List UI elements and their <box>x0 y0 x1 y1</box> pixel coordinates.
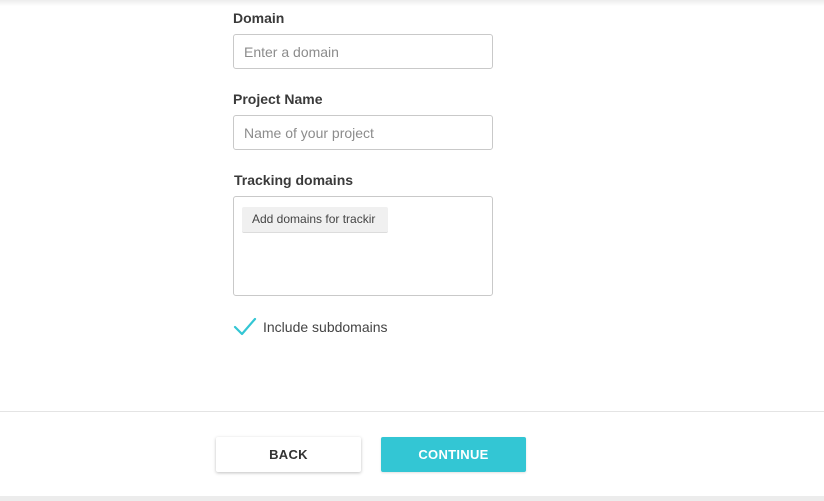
tracking-domains-label: Tracking domains <box>234 172 354 188</box>
domain-label: Domain <box>233 10 285 26</box>
include-subdomains-checkbox[interactable]: Include subdomains <box>233 316 388 338</box>
checkmark-icon[interactable] <box>233 316 257 338</box>
bottom-bar <box>0 496 824 501</box>
back-button[interactable]: BACK <box>216 437 361 472</box>
include-subdomains-label: Include subdomains <box>263 319 388 335</box>
project-name-input[interactable] <box>233 115 493 150</box>
domain-input[interactable] <box>233 34 493 69</box>
add-domains-chip[interactable]: Add domains for trackir <box>242 207 388 233</box>
footer-divider <box>0 411 824 412</box>
top-shadow <box>0 0 824 6</box>
continue-button[interactable]: CONTINUE <box>381 437 526 472</box>
project-setup-page: Domain Project Name Tracking domains Add… <box>0 0 824 501</box>
project-name-label: Project Name <box>233 91 323 107</box>
tracking-domains-input[interactable]: Add domains for trackir <box>233 196 493 296</box>
